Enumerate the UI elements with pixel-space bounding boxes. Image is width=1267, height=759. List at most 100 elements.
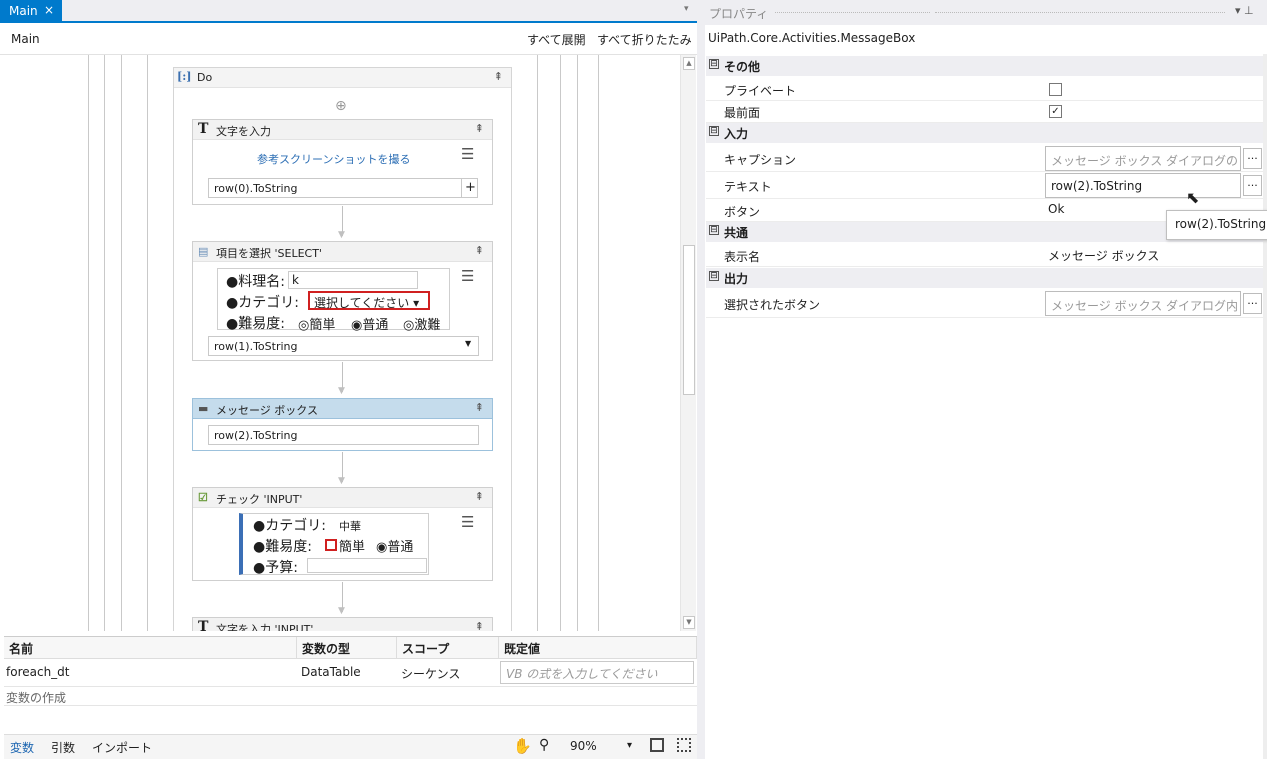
menu-icon[interactable]: ☰ — [461, 267, 474, 285]
add-activity-icon[interactable]: ⊕ — [335, 98, 347, 114]
collapse-icon[interactable]: ⇞ — [475, 401, 484, 414]
scroll-thumb[interactable] — [683, 245, 695, 395]
preview-label: ●予算: — [253, 560, 298, 576]
grip — [775, 12, 930, 13]
scope-line — [88, 55, 89, 631]
text-ellipsis-button[interactable]: ... — [1243, 175, 1262, 196]
chevron-down-icon[interactable]: ▾ — [627, 740, 632, 751]
do-header[interactable]: [:] Do ⇞ — [174, 68, 511, 88]
var-default-input[interactable]: VB の式を入力してください — [500, 661, 694, 684]
search-icon[interactable]: ⚲ — [539, 737, 549, 753]
tab-imports[interactable]: インポート — [92, 739, 152, 756]
var-name-cell[interactable]: foreach_dt — [4, 659, 297, 685]
caption-input[interactable]: メッセージ ボックス ダイアログの — [1045, 146, 1241, 171]
add-icon[interactable]: + — [461, 178, 478, 198]
topmost-checkbox[interactable]: ✓ — [1049, 105, 1062, 118]
col-header-name[interactable]: 名前 — [4, 637, 297, 659]
prop-row-caption: キャプション メッセージ ボックス ダイアログの ... — [706, 145, 1263, 172]
category-output[interactable]: ⊟ 出力 — [706, 268, 1263, 288]
collapse-icon[interactable]: ⇞ — [494, 70, 503, 83]
screenshot-link[interactable]: 参考スクリーンショットを撮る — [257, 151, 410, 167]
caption-ellipsis-button[interactable]: ... — [1243, 148, 1262, 169]
collapse-all-link[interactable]: すべて折りたたみ — [597, 31, 692, 48]
menu-icon[interactable]: ☰ — [461, 513, 474, 531]
collapse-icon[interactable]: ⇞ — [475, 244, 484, 257]
activity-title: チェック 'INPUT' — [216, 493, 303, 506]
collapse-icon[interactable]: ⇞ — [475, 490, 484, 503]
collapse-icon[interactable]: ⇞ — [475, 122, 484, 135]
hand-icon[interactable]: ✋ — [513, 737, 532, 755]
collapse-toggle-icon[interactable]: ⊟ — [709, 59, 719, 69]
menu-icon[interactable]: ☰ — [461, 145, 474, 163]
grip — [935, 12, 1225, 13]
display-name-value[interactable]: メッセージ ボックス — [1048, 247, 1159, 264]
selected-button-input[interactable]: メッセージ ボックス ダイアログ内 — [1045, 291, 1241, 316]
col-header-scope[interactable]: スコープ — [397, 637, 499, 659]
arrow-down-icon: ▼ — [338, 230, 345, 240]
create-variable[interactable]: 変数の作成 — [4, 686, 697, 706]
col-header-default[interactable]: 既定値 — [499, 637, 697, 659]
prop-name: 選択されたボタン — [724, 298, 821, 312]
expand-all-link[interactable]: すべて展開 — [527, 31, 586, 48]
text-input[interactable]: row(2).ToString — [1045, 173, 1241, 198]
breadcrumb[interactable]: Main — [11, 32, 40, 46]
category-misc[interactable]: ⊟ その他 — [706, 56, 1263, 76]
activity-type-into-input[interactable]: T 文字を入力 'INPUT' ⇞ — [192, 617, 493, 631]
tab-variables[interactable]: 変数 — [10, 739, 34, 756]
do-title: Do — [197, 71, 213, 84]
mouse-cursor-icon: ⬉ — [1186, 188, 1200, 207]
select-icon: ▤ — [198, 245, 209, 258]
scope-line — [121, 55, 122, 631]
activity-message-box[interactable]: ▬ メッセージ ボックス ⇞ row(2).ToString — [192, 398, 493, 451]
activity-header[interactable]: ☑ チェック 'INPUT' ⇞ — [193, 488, 492, 508]
text-field[interactable]: row(0).ToString — [208, 178, 464, 198]
collapse-toggle-icon[interactable]: ⊟ — [709, 126, 719, 136]
canvas-scrollbar[interactable]: ▲ ▼ — [680, 55, 696, 631]
preview-label: ●カテゴリ: — [253, 518, 326, 534]
activity-title: 項目を選択 'SELECT' — [216, 247, 322, 260]
preview-radio: ◉普通 — [351, 318, 389, 333]
properties-scrollbar[interactable] — [1263, 54, 1267, 759]
collapse-toggle-icon[interactable]: ⊟ — [709, 271, 719, 281]
category-label: その他 — [724, 60, 761, 74]
activity-check[interactable]: ☑ チェック 'INPUT' ⇞ ●カテゴリ: 中華 ●難易度: 簡単 ◉普通 … — [192, 487, 493, 581]
activity-header[interactable]: T 文字を入力 'INPUT' ⇞ — [193, 618, 492, 631]
tab-main[interactable]: Main × — [0, 0, 62, 23]
pin-icon[interactable]: ▾ ⊥ — [1235, 4, 1254, 17]
col-header-type[interactable]: 変数の型 — [297, 637, 397, 659]
prop-row-private: プライベート — [706, 78, 1263, 101]
var-type-cell[interactable]: DataTable — [299, 659, 397, 685]
activity-header[interactable]: ▤ 項目を選択 'SELECT' ⇞ — [193, 242, 492, 262]
buttons-value[interactable]: Ok — [1048, 202, 1064, 216]
category-label: 共通 — [724, 226, 749, 240]
private-checkbox[interactable] — [1049, 83, 1062, 96]
overview-icon[interactable] — [677, 738, 691, 752]
tab-label: Main — [9, 4, 38, 18]
panel-splitter[interactable] — [697, 0, 705, 759]
workflow-canvas[interactable]: [:] Do ⇞ ⊕ T 文字を入力 ⇞ 参考スクリーンショットを撮る ☰ ro… — [4, 55, 680, 631]
tab-arguments[interactable]: 引数 — [51, 739, 75, 756]
chevron-down-icon[interactable]: ▾ — [684, 4, 689, 14]
item-field[interactable]: row(1).ToString — [208, 336, 479, 356]
fit-to-screen-icon[interactable] — [650, 738, 664, 752]
activity-title: メッセージ ボックス — [216, 404, 318, 417]
activity-select-item[interactable]: ▤ 項目を選択 'SELECT' ⇞ ●料理名: k ●カテゴリ: 選択してくだ… — [192, 241, 493, 361]
text-field[interactable]: row(2).ToString — [208, 425, 479, 445]
collapse-toggle-icon[interactable]: ⊟ — [709, 225, 719, 235]
scroll-down-icon[interactable]: ▼ — [683, 616, 695, 629]
category-input[interactable]: ⊟ 入力 — [706, 123, 1263, 143]
activity-type-into[interactable]: T 文字を入力 ⇞ 参考スクリーンショットを撮る ☰ row(0).ToStri… — [192, 119, 493, 205]
chevron-down-icon[interactable]: ▼ — [465, 339, 471, 348]
collapse-icon[interactable]: ⇞ — [475, 620, 484, 631]
close-icon[interactable]: × — [44, 3, 54, 17]
preview-radio: ◉普通 — [376, 540, 414, 555]
prop-row-text: テキスト row(2).ToString ... — [706, 172, 1263, 199]
scroll-up-icon[interactable]: ▲ — [683, 57, 695, 70]
activity-header[interactable]: ▬ メッセージ ボックス ⇞ — [193, 399, 492, 419]
activity-header[interactable]: T 文字を入力 ⇞ — [193, 120, 492, 140]
properties-class-name: UiPath.Core.Activities.MessageBox — [708, 31, 916, 45]
preview-label: ●料理名: — [226, 274, 285, 290]
var-scope-cell[interactable]: シーケンス — [399, 659, 499, 685]
selected-button-ellipsis-button[interactable]: ... — [1243, 293, 1262, 314]
zoom-level[interactable]: 90% — [570, 739, 597, 753]
